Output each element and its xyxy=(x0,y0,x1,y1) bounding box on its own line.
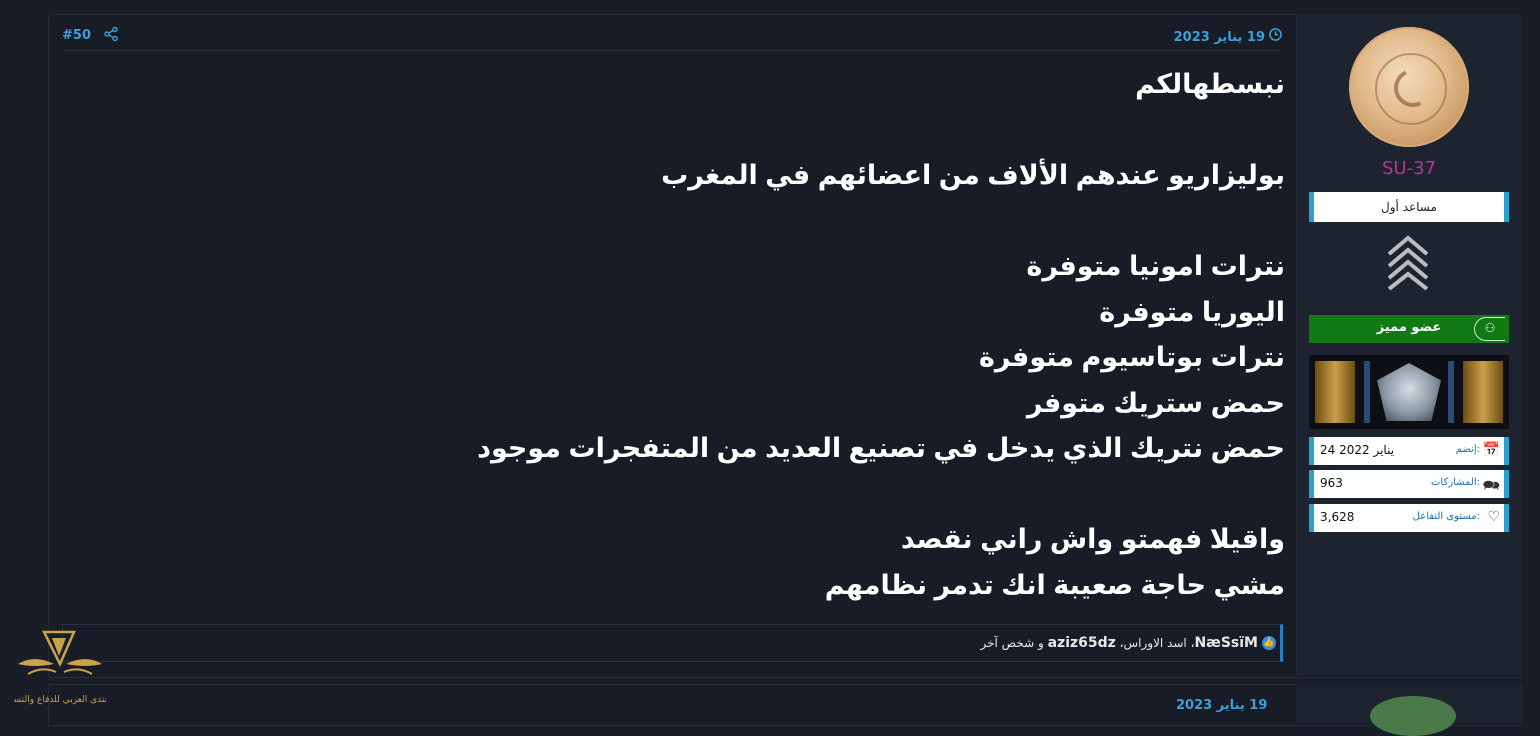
post-date-link[interactable]: 19 يناير 2023 xyxy=(1174,28,1282,45)
reaction-score-value: 3,628 xyxy=(1320,510,1355,524)
site-logo[interactable]: المنتدى العربي للدفاع والتسليح xyxy=(14,628,106,707)
info-posts: 🗪 المشاركات: 963 xyxy=(1309,470,1509,498)
posts-label: المشاركات: xyxy=(1431,477,1480,488)
next-post-date: 19 يناير 2023 xyxy=(1176,698,1268,713)
featured-member-banner: عضو مميز ⚇ xyxy=(1309,315,1509,343)
post-line-blank xyxy=(477,199,1285,245)
author-rank-title: مساعد أول xyxy=(1309,192,1509,222)
ribbon-stripe xyxy=(1364,361,1370,423)
reaction-score-label: مستوى التفاعل: xyxy=(1412,511,1480,522)
author-avatar[interactable] xyxy=(1349,27,1469,147)
post-line: مشي حاجة صعيبة انك تدمر نظامهم xyxy=(824,569,1285,600)
info-reaction-score: ♡ مستوى التفاعل: 3,628 xyxy=(1309,504,1509,532)
posts-value[interactable]: 963 xyxy=(1320,476,1343,490)
like-icon: 👍 xyxy=(1262,636,1276,650)
next-post-date-link[interactable]: 19 يناير 2023 xyxy=(1176,698,1267,713)
clock-icon xyxy=(1269,28,1282,45)
reaction-others-link[interactable]: و شخص آخر xyxy=(980,636,1047,650)
post-line: نبسطهالكم xyxy=(1135,69,1285,99)
member-badge-label: عضو مميز xyxy=(1376,320,1442,335)
post-line: حمض نتريك الذي يدخل في تصنيع العديد من ا… xyxy=(477,433,1285,463)
heart-icon: ♡ xyxy=(1487,509,1500,525)
post-body: نبسطهالكم بوليزاريو عندهم الألاف من اعضا… xyxy=(477,62,1285,608)
medal-badge-icon xyxy=(1377,363,1441,421)
ribbon-stripe xyxy=(1448,361,1454,423)
reaction-separator: ، xyxy=(1115,636,1124,650)
post-line-blank xyxy=(477,472,1285,518)
post-number-link[interactable]: #50 xyxy=(62,28,91,43)
post-line: واقيلا فهمتو واش راني نقصد xyxy=(900,524,1285,554)
post-date: 19 يناير 2023 xyxy=(1173,30,1265,45)
site-logo-text: المنتدى العربي للدفاع والتسليح xyxy=(14,695,106,705)
reaction-user-link[interactable]: اسد الاوراس xyxy=(1124,636,1187,650)
next-post-avatar[interactable] xyxy=(1370,696,1456,736)
post-line: حمض ستريك متوفر xyxy=(1026,387,1285,418)
reactions-list: NæSsïM، اسد الاوراس، aziz65dz و شخص آخر xyxy=(980,635,1258,651)
ribbon-stripe xyxy=(1463,361,1503,423)
share-icon[interactable] xyxy=(104,26,118,45)
rank-chevrons-icon xyxy=(1387,235,1429,290)
post-line-blank xyxy=(477,108,1285,154)
medal-ribbon xyxy=(1309,355,1509,429)
comments-icon: 🗪 xyxy=(1482,478,1500,494)
author-username[interactable]: SU-37 xyxy=(1309,158,1509,179)
post-line: بوليزاريو عندهم الألاف من اعضائهم في الم… xyxy=(661,160,1285,190)
joined-label: إنضم: xyxy=(1455,444,1480,455)
ribbon-stripe xyxy=(1315,361,1355,423)
reaction-user-link[interactable]: NæSsïM xyxy=(1194,635,1258,651)
group-icon: ⚇ xyxy=(1474,317,1505,341)
post-line: نترات امونيا متوفرة xyxy=(1026,251,1285,281)
post-line: اليوريا متوفرة xyxy=(1099,296,1285,327)
post-header: #50 19 يناير 2023 xyxy=(62,26,1282,51)
reactions-bar: 👍 NæSsïM، اسد الاوراس، aziz65dz و شخص آخ… xyxy=(62,624,1283,662)
calendar-icon: 📅 xyxy=(1482,442,1500,458)
info-joined: 📅 إنضم: 24 يناير 2022 xyxy=(1309,437,1509,465)
post-line: نترات بوتاسيوم متوفرة xyxy=(978,342,1285,372)
reaction-user-link[interactable]: aziz65dz xyxy=(1048,635,1116,651)
joined-value: 24 يناير 2022 xyxy=(1320,443,1395,457)
